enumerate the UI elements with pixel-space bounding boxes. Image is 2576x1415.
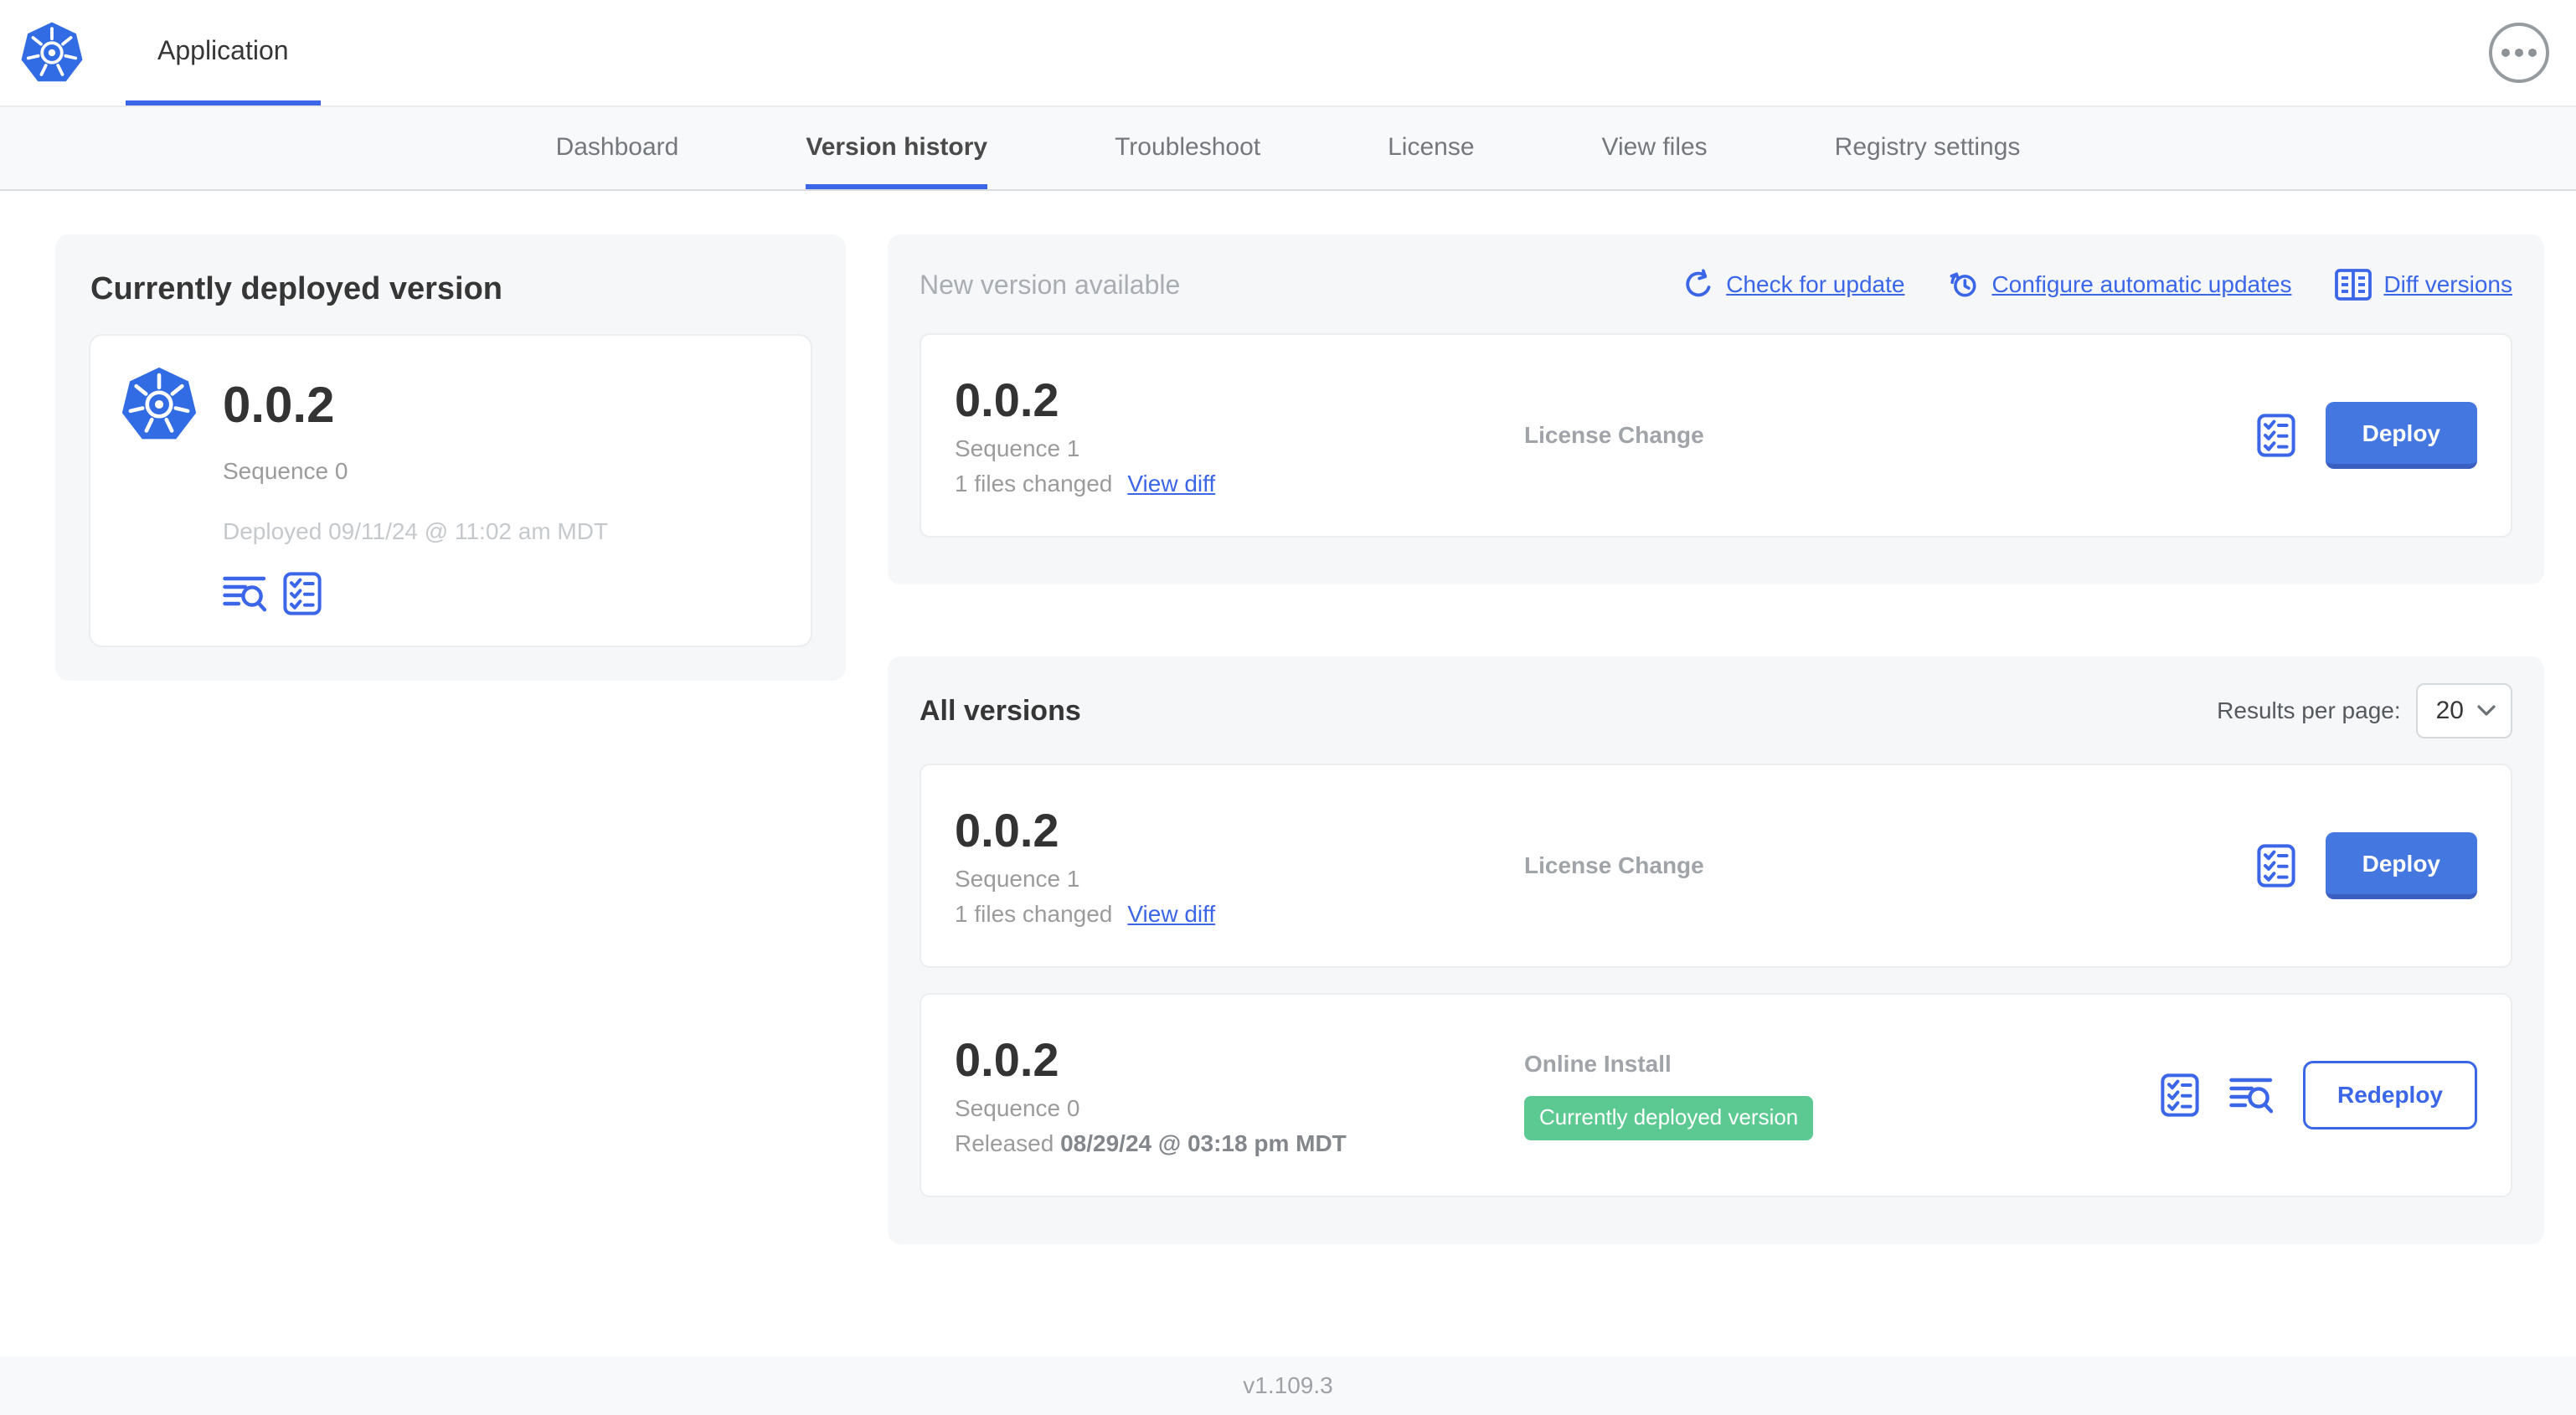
currently-deployed-version-card: 0.0.2 Sequence 0 Deployed 09/11/24 @ 11:… (89, 334, 812, 647)
row-source-label: Online Install (1524, 1050, 1672, 1077)
diff-icon (2335, 269, 2372, 301)
tab-version-history[interactable]: Version history (806, 107, 988, 189)
logs-icon (2229, 1078, 2273, 1114)
version-config-button[interactable] (283, 572, 322, 615)
row-sequence-label: Sequence 0 (955, 1095, 1080, 1122)
kubernetes-logo-icon (121, 367, 197, 440)
view-diff-link[interactable]: View diff (1127, 901, 1215, 928)
checklist-icon (2257, 414, 2295, 457)
new-version-title: New version available (920, 269, 1181, 300)
currently-deployed-badge: Currently deployed version (1524, 1095, 1814, 1140)
main-content: Currently deployed version 0.0.2 Sequenc… (0, 191, 2576, 1356)
version-row: 0.0.2 Sequence 1 1 files changed View di… (920, 764, 2512, 968)
kots-admin-page: Application Dashboard Version history Tr… (0, 0, 2576, 1415)
currently-deployed-card: Currently deployed version 0.0.2 Sequenc… (55, 234, 846, 681)
tab-view-files[interactable]: View files (1602, 107, 1708, 189)
chevron-down-icon (2477, 705, 2496, 716)
section-nav: Dashboard Version history Troubleshoot L… (0, 107, 2576, 191)
version-config-button[interactable] (2257, 414, 2295, 457)
check-for-update-link[interactable]: Check for update (1682, 269, 1904, 301)
row-version-label: 0.0.2 (955, 803, 1059, 857)
app-icon-kubernetes (121, 366, 198, 443)
row-version-label: 0.0.2 (955, 1032, 1059, 1086)
currently-deployed-title: Currently deployed version (90, 271, 503, 306)
kubernetes-logo-icon (20, 21, 84, 85)
app-title: Application (157, 34, 289, 65)
all-versions-panel: All versions Results per page: 20 0.0.2 … (888, 656, 2544, 1244)
tab-dashboard[interactable]: Dashboard (556, 107, 679, 189)
diff-versions-link[interactable]: Diff versions (2335, 269, 2512, 301)
schedule-icon (1950, 272, 1976, 297)
files-changed-label: 1 files changed (955, 901, 1113, 928)
version-row: 0.0.2 Sequence 0 Released 08/29/24 @ 03:… (920, 993, 2512, 1197)
row-source-label: License Change (1524, 422, 1704, 448)
checklist-icon (283, 572, 322, 615)
view-logs-button[interactable] (223, 575, 266, 612)
row-source-label: License Change (1524, 852, 1704, 878)
tab-license[interactable]: License (1388, 107, 1474, 189)
view-logs-button[interactable] (2229, 1077, 2273, 1114)
new-version-panel: New version available Check for update C… (888, 234, 2544, 584)
version-config-button[interactable] (2161, 1073, 2199, 1117)
logs-icon (223, 576, 266, 612)
redeploy-button[interactable]: Redeploy (2302, 1061, 2477, 1129)
page-footer: v1.109.3 (0, 1356, 2576, 1415)
results-per-page-label: Results per page: (2217, 697, 2401, 723)
row-version-label: 0.0.2 (955, 373, 1059, 426)
current-sequence-label: Sequence 0 (223, 458, 348, 484)
ellipsis-icon (2501, 49, 2537, 57)
deploy-button[interactable]: Deploy (2325, 402, 2477, 469)
right-column: New version available Check for update C… (888, 234, 2544, 1244)
results-per-page-select[interactable]: 20 (2415, 683, 2512, 738)
console-version-label: v1.109.3 (1243, 1372, 1333, 1398)
checklist-icon (2161, 1073, 2199, 1117)
current-version-label: 0.0.2 (223, 376, 335, 433)
view-diff-link[interactable]: View diff (1127, 471, 1215, 497)
row-sequence-label: Sequence 1 (955, 435, 1080, 462)
kubernetes-logo-icon (21, 22, 83, 82)
version-config-button[interactable] (2257, 844, 2295, 888)
all-versions-title: All versions (920, 694, 1081, 727)
files-changed-label: 1 files changed (955, 471, 1113, 497)
deploy-button[interactable]: Deploy (2325, 832, 2477, 899)
tab-troubleshoot[interactable]: Troubleshoot (1115, 107, 1260, 189)
overflow-menu-button[interactable] (2489, 23, 2549, 83)
app-header: Application (0, 0, 2576, 107)
app-tab-application[interactable]: Application (126, 0, 321, 105)
configure-automatic-updates-link[interactable]: Configure automatic updates (1948, 269, 2291, 301)
row-sequence-label: Sequence 1 (955, 866, 1080, 893)
current-deployed-timestamp: Deployed 09/11/24 @ 11:02 am MDT (223, 518, 609, 544)
row-released-timestamp: Released 08/29/24 @ 03:18 pm MDT (955, 1130, 1347, 1157)
checklist-icon (2257, 844, 2295, 888)
new-version-row: 0.0.2 Sequence 1 1 files changed View di… (920, 333, 2512, 538)
refresh-icon (1686, 269, 1711, 297)
tab-registry-settings[interactable]: Registry settings (1835, 107, 2021, 189)
